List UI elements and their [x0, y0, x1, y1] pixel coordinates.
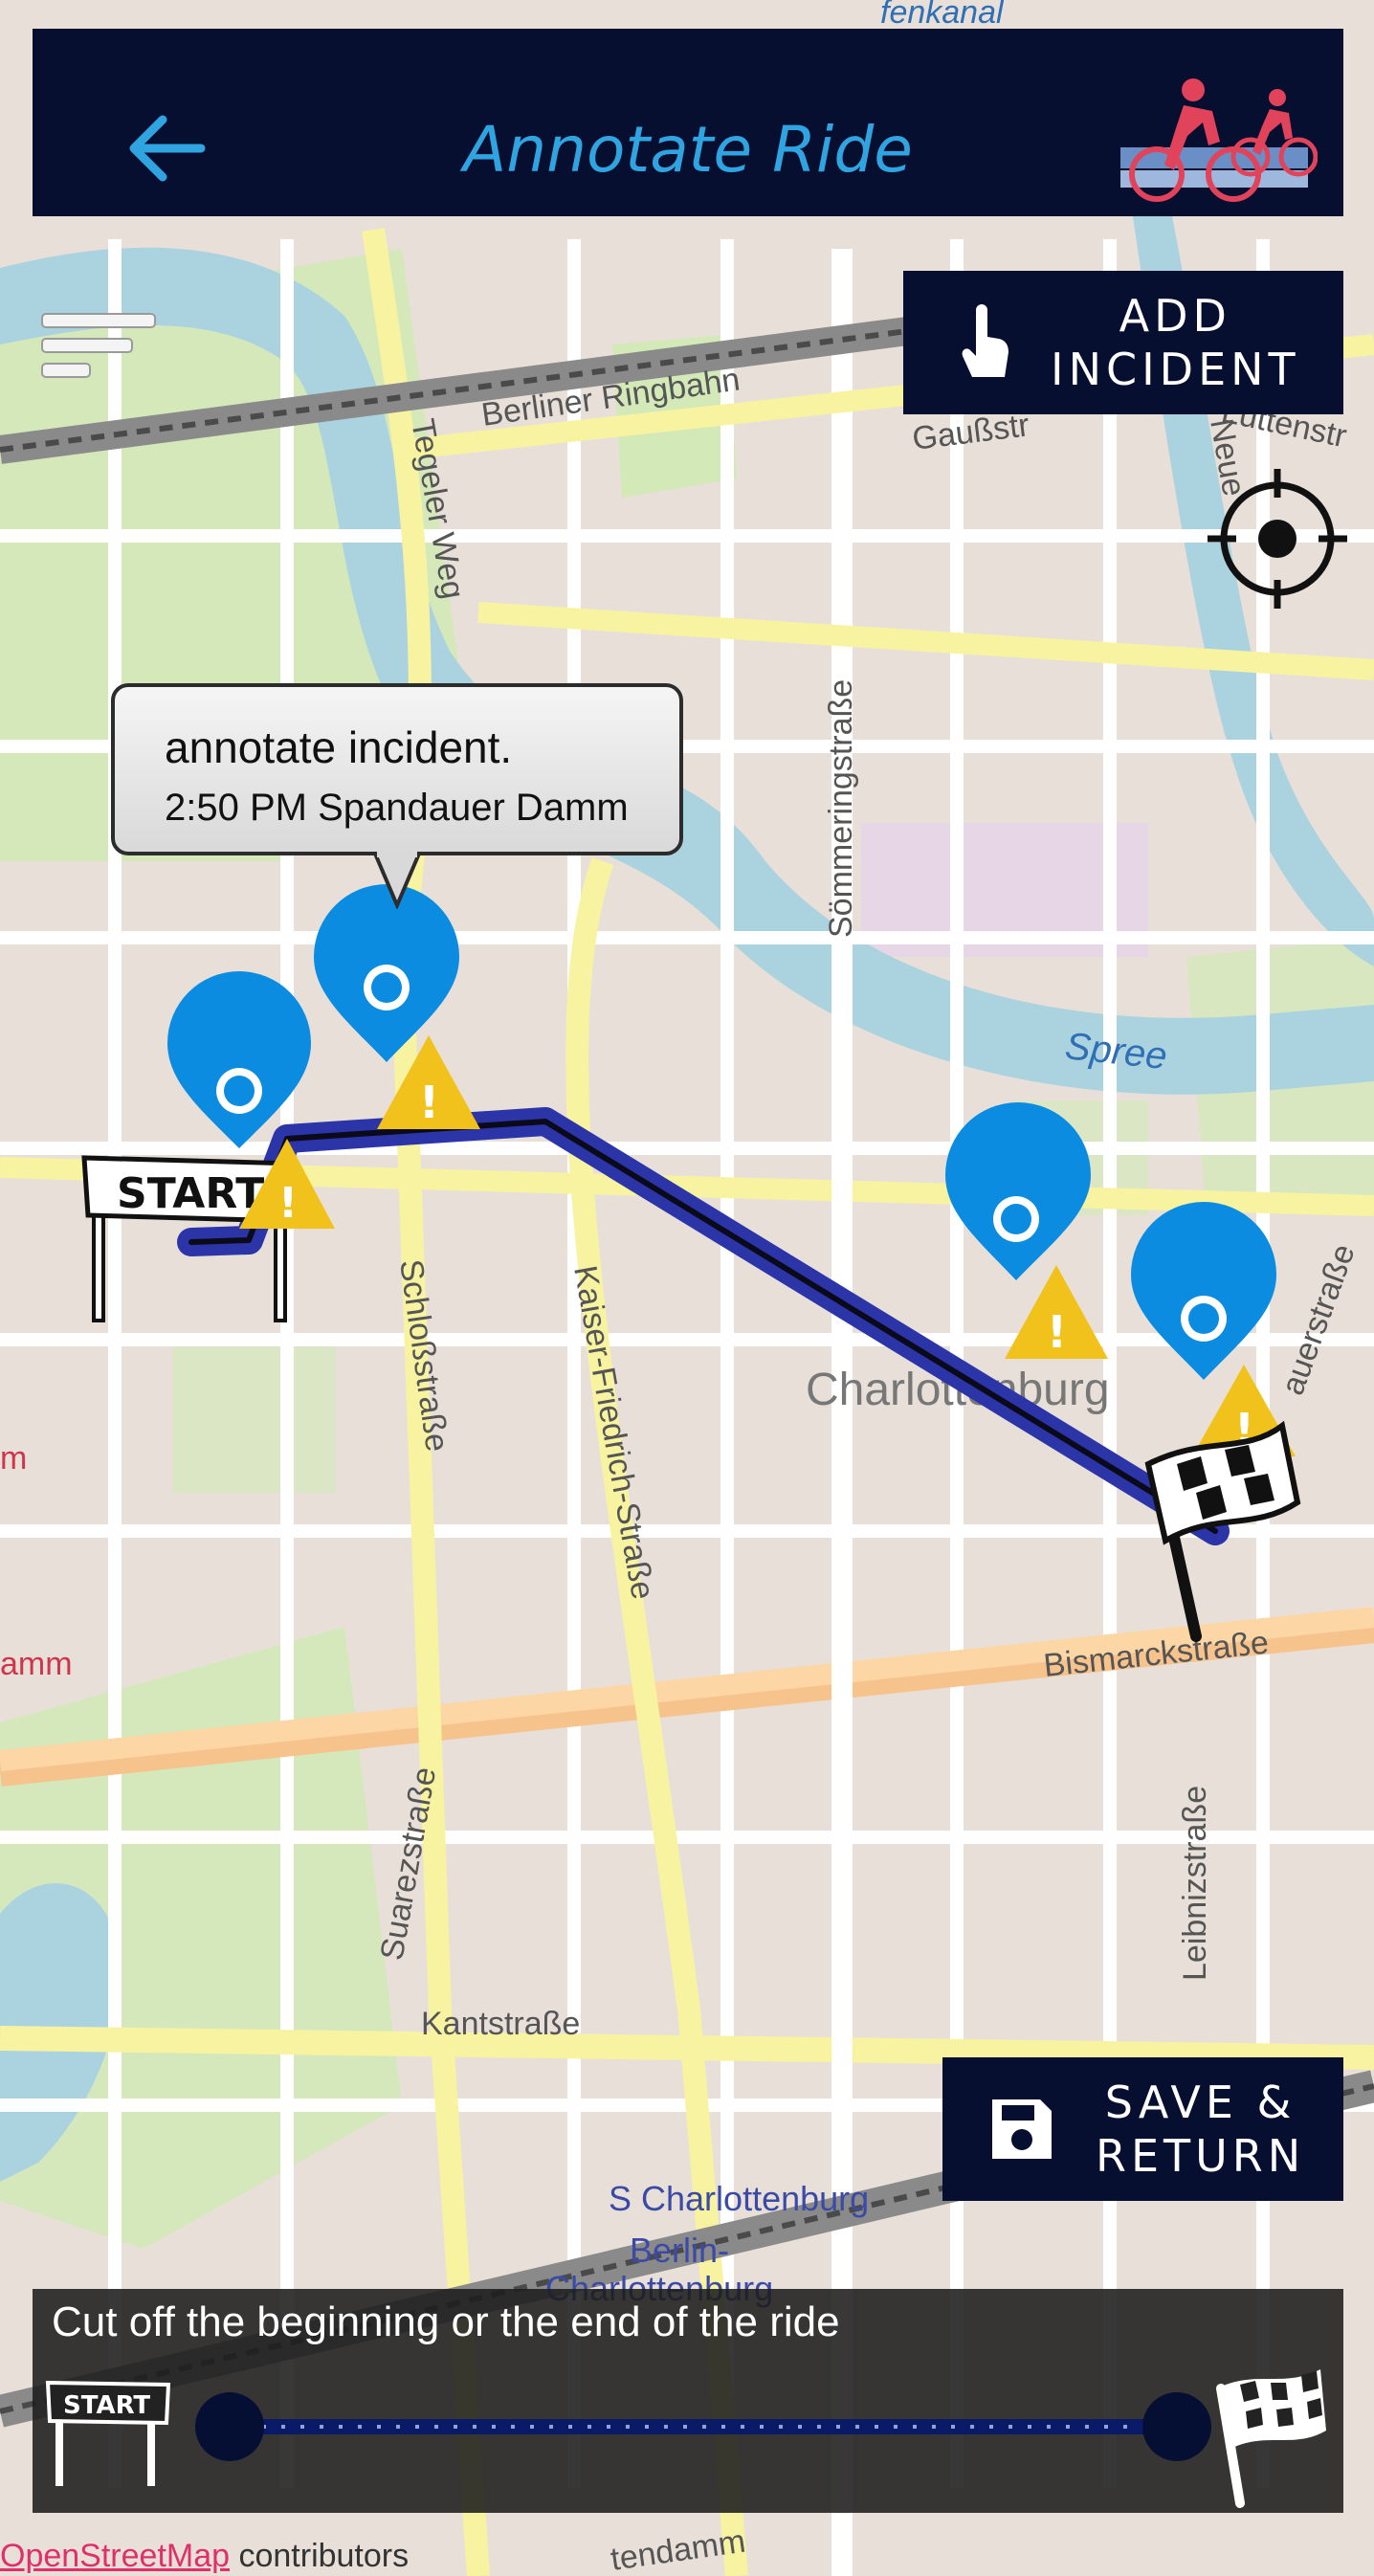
credit-text: contributors [230, 2538, 410, 2574]
slider-start-label: START [63, 2391, 150, 2420]
map-label-kant: Kantstraße [421, 2006, 580, 2042]
tooltip-title: annotate incident. [165, 722, 513, 772]
svg-text:!: ! [419, 1077, 439, 1128]
add-incident-label: ADD INCIDENT [1051, 290, 1300, 395]
menu-lines-icon[interactable] [38, 306, 163, 392]
floppy-disk-icon [992, 2099, 1052, 2159]
tooltip-pointer [373, 852, 421, 909]
map-label-leibniz: Leibnizstraße [1177, 1786, 1213, 1981]
tooltip-subtitle: 2:50 PM Spandauer Damm [165, 787, 629, 829]
tap-hand-icon [962, 304, 1008, 377]
map-label-partial-amm: amm [0, 1646, 73, 1682]
add-incident-button[interactable]: ADD INCIDENT [903, 271, 1343, 414]
svg-text:!: ! [278, 1179, 298, 1228]
slider-end-handle[interactable] [1142, 2392, 1211, 2461]
checkered-flag-icon [1216, 2369, 1326, 2508]
incident-tooltip[interactable]: annotate incident. 2:50 PM Spandauer Dam… [111, 683, 683, 855]
start-sign-icon: START [45, 2380, 171, 2486]
save-return-button[interactable]: SAVE & RETURN [942, 2057, 1343, 2201]
app-header: Annotate Ride [33, 29, 1343, 216]
save-return-label: SAVE & RETURN [1096, 2076, 1306, 2182]
range-slider[interactable] [186, 2388, 1229, 2465]
openstreetmap-link[interactable]: OpenStreetMap [0, 2538, 230, 2574]
map-label-sommering: Sömmeringstraße [823, 679, 859, 938]
map-label-fenkanal: fenkanal [880, 0, 1005, 31]
slider-start-handle[interactable] [195, 2392, 264, 2461]
map-label-berlin: Berlin- [630, 2231, 729, 2270]
trim-slider-panel: Cut off the beginning or the end of the … [33, 2289, 1343, 2513]
svg-text:!: ! [1047, 1306, 1067, 1358]
crosshair-locate-icon[interactable] [1208, 469, 1347, 609]
map-label-s-charlottenburg: S Charlottenburg [609, 2179, 869, 2218]
cyclists-logo [1120, 78, 1318, 202]
start-sign-label: START [117, 1169, 264, 1218]
slider-caption: Cut off the beginning or the end of the … [52, 2298, 840, 2345]
map-attribution: OpenStreetMap contributors [0, 2538, 409, 2575]
map-label-partial-m: m [0, 1440, 27, 1477]
